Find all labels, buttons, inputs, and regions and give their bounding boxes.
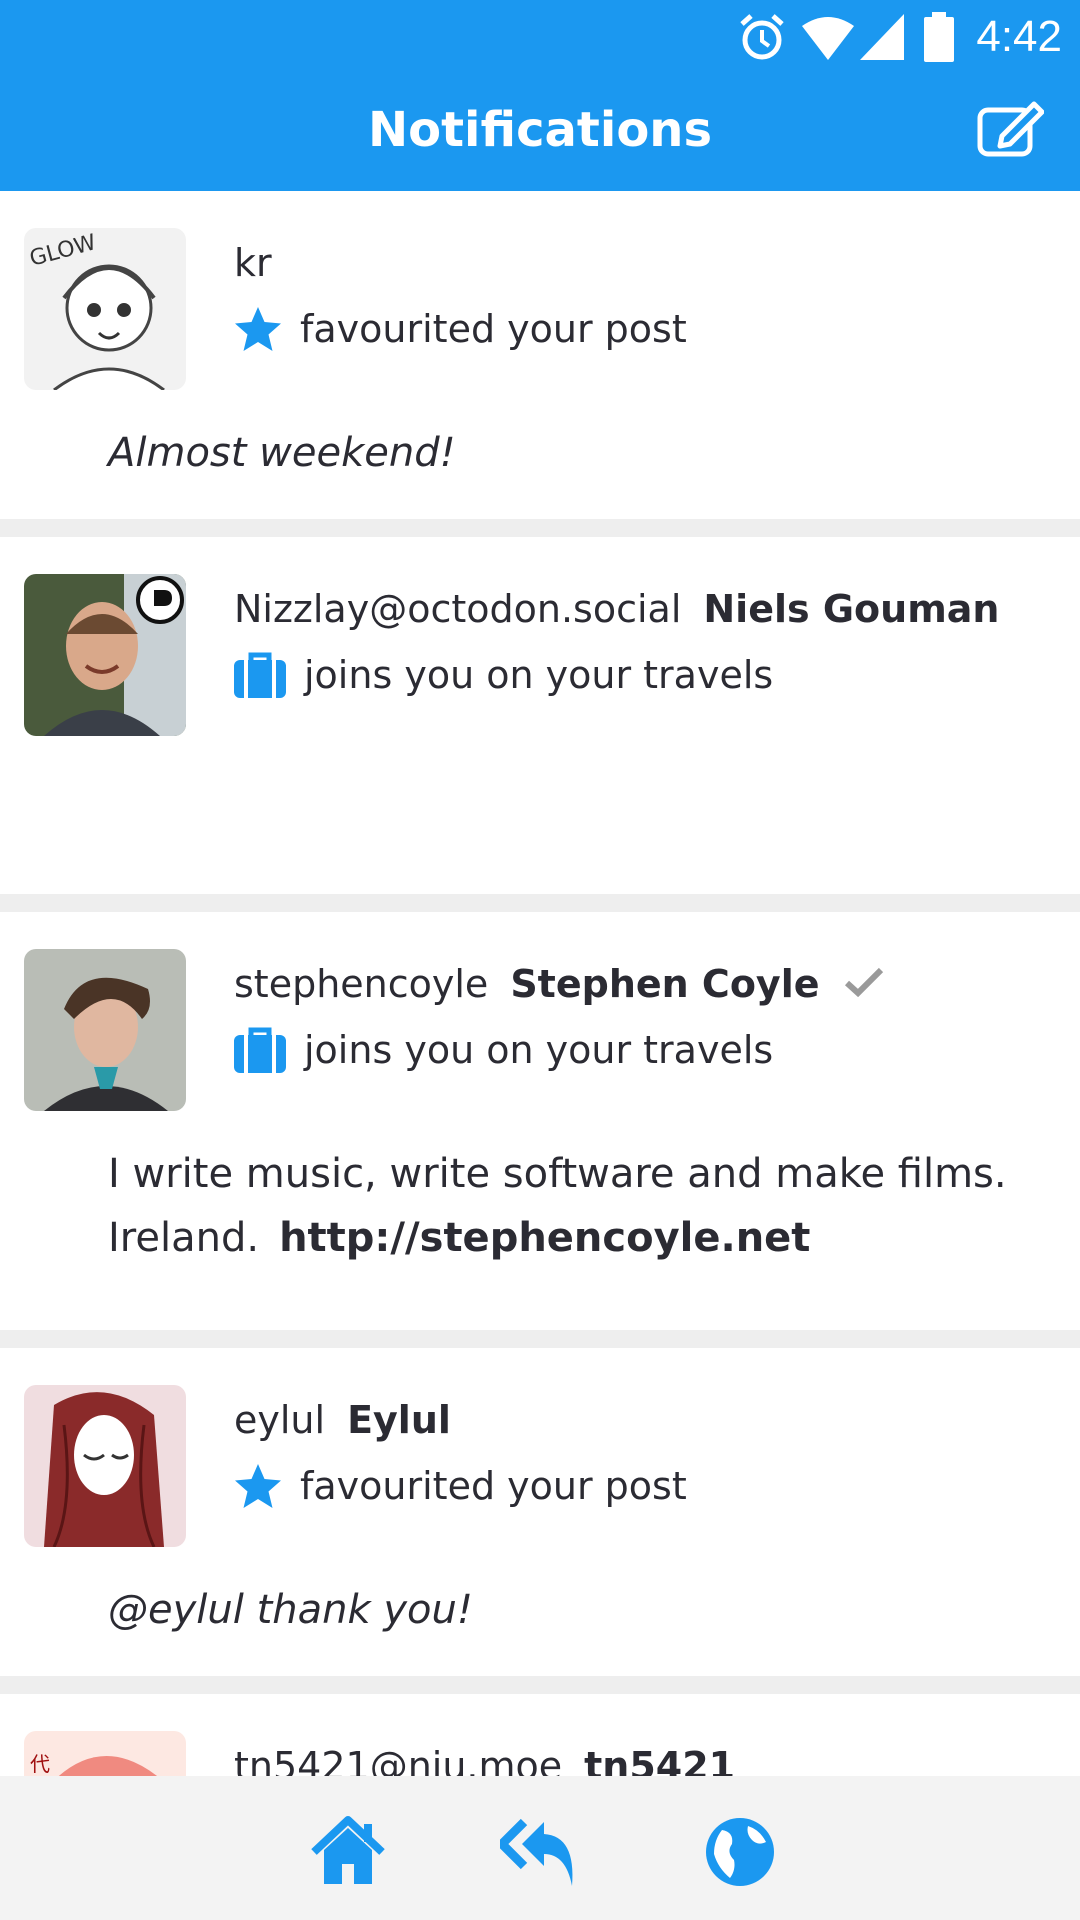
bio-location: Ireland. (108, 1215, 260, 1261)
bio: I write music, write software and make f… (108, 1142, 1007, 1270)
action-text: favourited your post (300, 307, 687, 351)
display-name[interactable]: Eylul (347, 1398, 451, 1442)
suitcase-icon (234, 652, 286, 698)
notification-header: tn5421@niu.moe tn5421 (234, 1744, 735, 1776)
profile-link[interactable]: http://stephencoyle.net (279, 1215, 810, 1261)
notification-item[interactable]: stephencoyle Stephen Coyle joins you on y… (0, 912, 1080, 1330)
notification-action: joins you on your travels (234, 652, 773, 698)
svg-text:代: 代 (30, 1752, 50, 1776)
notification-action: favourited your post (234, 1463, 687, 1509)
home-icon[interactable] (308, 1812, 388, 1892)
action-text: favourited your post (300, 1464, 687, 1508)
handle[interactable]: stephencoyle (234, 962, 488, 1006)
status-bar: 4:42 (680, 0, 1080, 80)
avatar[interactable]: GLOW (24, 228, 186, 390)
notification-item[interactable]: eylul Eylul favourited your post @eylul t… (0, 1348, 1080, 1676)
notification-item[interactable]: GLOW kr favourited your post Almost week… (0, 191, 1080, 519)
signal-icon (860, 14, 904, 60)
bio-line-2: Ireland. http://stephencoyle.net (108, 1206, 1007, 1270)
post-content[interactable]: @eylul thank you! (108, 1578, 473, 1642)
post-content[interactable]: Almost weekend! (108, 421, 456, 485)
handle[interactable]: eylul (234, 1398, 325, 1442)
battery-icon (924, 12, 954, 62)
handle[interactable]: tn5421@niu.moe (234, 1744, 562, 1776)
star-icon (235, 1464, 281, 1508)
display-name[interactable]: tn5421 (584, 1744, 735, 1776)
avatar[interactable] (24, 949, 186, 1111)
suitcase-icon (234, 1027, 286, 1073)
handle[interactable]: kr (234, 241, 272, 285)
reply-all-icon[interactable] (500, 1812, 580, 1892)
wifi-icon (802, 17, 854, 60)
bio-line: I write music, write software and make f… (108, 1151, 1007, 1197)
action-text: joins you on your travels (304, 653, 774, 697)
action-text: joins you on your travels (304, 1028, 774, 1072)
notification-action: joins you on your travels (234, 1027, 773, 1073)
compose-icon[interactable] (976, 100, 1044, 158)
handle[interactable]: Nizzlay@octodon.social (234, 587, 681, 631)
check-icon (844, 967, 883, 998)
notification-header: eylul Eylul (234, 1398, 451, 1442)
display-name[interactable]: Stephen Coyle (510, 962, 819, 1006)
page-title: Notifications (367, 102, 713, 158)
clock: 4:42 (976, 12, 1062, 61)
star-icon (235, 307, 281, 351)
notification-header: Nizzlay@octodon.social Niels Gouman (234, 587, 1000, 631)
globe-icon[interactable] (700, 1812, 780, 1892)
notification-item[interactable]: Nizzlay@octodon.social Niels Gouman joins… (0, 537, 1080, 894)
avatar[interactable] (24, 574, 186, 736)
notification-header: stephencoyle Stephen Coyle (234, 962, 884, 1006)
alarm-icon (740, 14, 784, 60)
notification-item[interactable]: 代 tn5421@niu.moe tn5421 (0, 1694, 1080, 1776)
avatar[interactable]: 代 (24, 1731, 186, 1776)
avatar[interactable] (24, 1385, 186, 1547)
bottom-navigation (0, 1776, 1080, 1920)
display-name[interactable]: Niels Gouman (703, 587, 999, 631)
notification-action: favourited your post (234, 306, 687, 352)
notifications-list[interactable]: GLOW kr favourited your post Almost week… (0, 191, 1080, 1776)
notification-header: kr (234, 241, 272, 285)
app-bar: 4:42 Notifications (0, 0, 1080, 191)
